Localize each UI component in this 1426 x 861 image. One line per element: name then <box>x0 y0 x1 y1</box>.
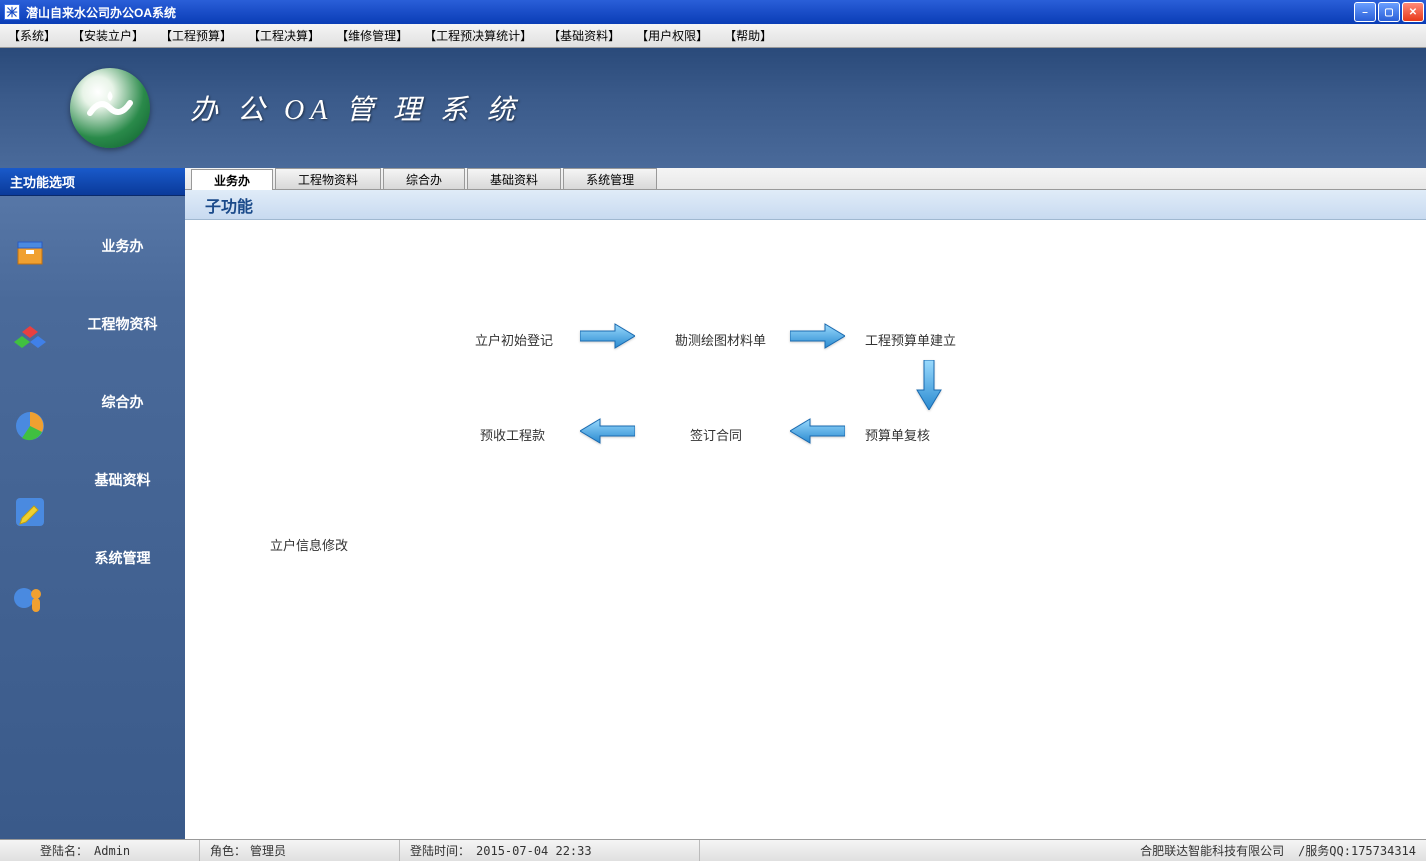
sidebar-item-sysmgmt[interactable]: 系统管理 <box>60 548 185 568</box>
menu-budget[interactable]: 【工程预算】 <box>160 27 232 44</box>
menu-help[interactable]: 【帮助】 <box>724 27 772 44</box>
status-login-label: 登陆名： <box>40 842 88 859</box>
tabs: 业务办 工程物资料 综合办 基础资料 系统管理 <box>185 168 1426 190</box>
status-login-time: 登陆时间： 2015-07-04 22:33 <box>400 840 700 861</box>
maximize-button[interactable]: ▢ <box>1378 2 1400 22</box>
sidebar-item-materials[interactable]: 工程物资科 <box>60 314 185 334</box>
status-role-label: 角色： <box>210 842 246 859</box>
close-button[interactable]: ✕ <box>1402 2 1424 22</box>
tab-general[interactable]: 综合办 <box>383 168 465 189</box>
wf-step-contract[interactable]: 签订合同 <box>690 425 742 444</box>
status-login-name: 登陆名： Admin <box>0 840 200 861</box>
sidebar-item-basedata[interactable]: 基础资料 <box>60 470 185 490</box>
box-icon <box>12 236 48 272</box>
status-time-label: 登陆时间： <box>410 842 470 859</box>
window-title: 潜山自来水公司办公OA系统 <box>26 4 176 21</box>
content: 业务办 工程物资料 综合办 基础资料 系统管理 子功能 立户初始登记 勘测绘图材… <box>185 168 1426 839</box>
menu-stats[interactable]: 【工程预决算统计】 <box>424 27 532 44</box>
statusbar: 登陆名： Admin 角色： 管理员 登陆时间： 2015-07-04 22:3… <box>0 839 1426 861</box>
workflow-canvas: 立户初始登记 勘测绘图材料单 工程预算单建立 预算单复核 签订合同 预收工程款 … <box>185 220 1426 839</box>
arrow-left-icon <box>790 417 845 448</box>
menu-system[interactable]: 【系统】 <box>8 27 56 44</box>
status-role: 角色： 管理员 <box>200 840 400 861</box>
sidebar-header: 主功能选项 <box>0 168 185 196</box>
status-company-value: 合肥联达智能科技有限公司 <box>1140 842 1284 859</box>
wf-step-prepay[interactable]: 预收工程款 <box>480 425 545 444</box>
menu-userperm[interactable]: 【用户权限】 <box>636 27 708 44</box>
menubar: 【系统】 【安装立户】 【工程预算】 【工程决算】 【维修管理】 【工程预决算统… <box>0 24 1426 48</box>
app-icon <box>4 4 20 20</box>
status-role-value: 管理员 <box>250 842 286 859</box>
banner-title: 办 公 OA 管 理 系 统 <box>190 88 521 128</box>
logo-icon <box>70 68 150 148</box>
tab-sysmgmt[interactable]: 系统管理 <box>563 168 657 189</box>
sidebar-item-business[interactable]: 业务办 <box>60 236 185 256</box>
arrow-left-icon <box>580 417 635 448</box>
blocks-icon <box>12 322 48 358</box>
status-time-value: 2015-07-04 22:33 <box>476 844 592 858</box>
status-company: 合肥联达智能科技有限公司 /服务QQ:175734314 <box>1130 840 1426 861</box>
wf-step-review[interactable]: 预算单复核 <box>865 425 930 444</box>
minimize-button[interactable]: – <box>1354 2 1376 22</box>
tab-basedata[interactable]: 基础资料 <box>467 168 561 189</box>
wf-step-survey[interactable]: 勘测绘图材料单 <box>675 330 766 349</box>
wf-step-modify[interactable]: 立户信息修改 <box>270 535 348 554</box>
pie-icon <box>12 408 48 444</box>
arrow-down-icon <box>915 360 943 413</box>
user-icon <box>12 580 48 616</box>
tab-materials[interactable]: 工程物资料 <box>275 168 381 189</box>
sidebar-item-general[interactable]: 综合办 <box>60 392 185 412</box>
body: 主功能选项 业务办 工程物 <box>0 168 1426 839</box>
menu-install[interactable]: 【安装立户】 <box>72 27 144 44</box>
menu-basedata[interactable]: 【基础资料】 <box>548 27 620 44</box>
titlebar: 潜山自来水公司办公OA系统 – ▢ ✕ <box>0 0 1426 24</box>
wf-step-register[interactable]: 立户初始登记 <box>475 330 553 349</box>
window-controls: – ▢ ✕ <box>1354 2 1426 22</box>
arrow-right-icon <box>790 322 845 353</box>
sidebar: 主功能选项 业务办 工程物 <box>0 168 185 839</box>
banner: 办 公 OA 管 理 系 统 <box>0 48 1426 168</box>
sub-header: 子功能 <box>185 190 1426 220</box>
menu-final[interactable]: 【工程决算】 <box>248 27 320 44</box>
wf-step-budget[interactable]: 工程预算单建立 <box>865 330 956 349</box>
tab-business[interactable]: 业务办 <box>191 169 273 190</box>
arrow-right-icon <box>580 322 635 353</box>
menu-maintenance[interactable]: 【维修管理】 <box>336 27 408 44</box>
status-login-value: Admin <box>94 844 130 858</box>
edit-icon <box>12 494 48 530</box>
status-service-value: /服务QQ:175734314 <box>1298 842 1416 859</box>
